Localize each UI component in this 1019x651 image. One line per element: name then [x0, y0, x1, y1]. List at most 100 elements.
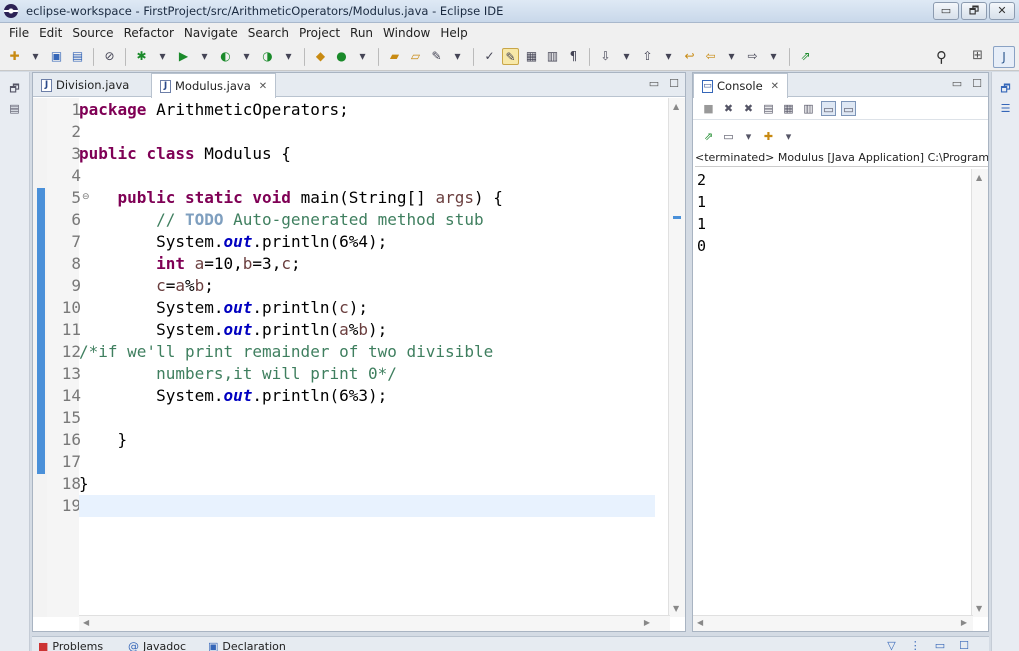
restore-button[interactable]: 🗗: [961, 2, 987, 20]
console-horizontal-scrollbar[interactable]: ◀ ▶: [693, 615, 973, 631]
remove-launch-icon[interactable]: ✖: [721, 101, 736, 116]
coverage-icon[interactable]: ◐: [217, 48, 234, 65]
external-tools-icon[interactable]: ◑: [259, 48, 276, 65]
dropdown-arrow-icon[interactable]: ▾: [238, 48, 255, 65]
maximize-icon[interactable]: ☐: [972, 77, 982, 90]
minimize-icon[interactable]: ▭: [935, 639, 945, 651]
pin-editor-icon[interactable]: ⇗: [797, 48, 814, 65]
tab-problems[interactable]: ■ Problems: [38, 640, 103, 651]
java-perspective-icon[interactable]: J: [993, 46, 1015, 68]
close-button[interactable]: ✕: [989, 2, 1015, 20]
menu-edit[interactable]: Edit: [34, 26, 67, 40]
toggle-block-selection-icon[interactable]: ▦: [523, 48, 540, 65]
menu-search[interactable]: Search: [243, 26, 294, 40]
next-annotation-icon[interactable]: ⇩: [597, 48, 614, 65]
search-icon[interactable]: ⚲: [936, 48, 947, 66]
menu-project[interactable]: Project: [294, 26, 345, 40]
maximize-icon[interactable]: ☐: [959, 639, 969, 651]
console-vertical-scrollbar[interactable]: ▲ ▼: [971, 169, 988, 617]
scroll-up-icon[interactable]: ▲: [976, 173, 982, 182]
terminate-icon[interactable]: ■: [701, 101, 716, 116]
menu-file[interactable]: File: [4, 26, 34, 40]
minimize-icon[interactable]: ▭: [952, 77, 962, 90]
scroll-down-icon[interactable]: ▼: [673, 604, 679, 613]
menu-navigate[interactable]: Navigate: [179, 26, 243, 40]
overview-marker[interactable]: [673, 216, 681, 219]
dropdown-arrow-icon[interactable]: ▾: [449, 48, 466, 65]
package-explorer-icon[interactable]: ▤: [6, 102, 24, 116]
restore-view-icon[interactable]: 🗗: [6, 80, 24, 95]
show-console-on-stderr-icon[interactable]: ▭: [841, 101, 856, 116]
dropdown-arrow-icon[interactable]: ▾: [781, 129, 796, 144]
restore-view-icon[interactable]: 🗗: [997, 80, 1015, 95]
back-icon[interactable]: ⇦: [702, 48, 719, 65]
filter-icon[interactable]: ▽: [887, 639, 895, 651]
scroll-up-icon[interactable]: ▲: [673, 102, 679, 111]
editor-vertical-scrollbar[interactable]: ▲ ▼: [668, 98, 685, 617]
save-icon[interactable]: ▣: [48, 48, 65, 65]
dropdown-arrow-icon[interactable]: ▾: [660, 48, 677, 65]
minimize-icon[interactable]: ▭: [649, 77, 659, 90]
remove-all-launches-icon[interactable]: ✖: [741, 101, 756, 116]
console-output[interactable]: 2 1 1 0: [697, 169, 706, 257]
tab-division-java[interactable]: J Division.java: [33, 73, 137, 97]
tab-declaration[interactable]: ▣ Declaration: [208, 640, 286, 651]
new-java-package-icon[interactable]: ◆: [312, 48, 329, 65]
new-java-class-icon[interactable]: ●: [333, 48, 350, 65]
skip-breakpoints-icon[interactable]: ⊘: [101, 48, 118, 65]
last-edit-location-icon[interactable]: ↩: [681, 48, 698, 65]
outline-icon[interactable]: ☰: [997, 102, 1015, 116]
show-console-on-stdout-icon[interactable]: ▭: [821, 101, 836, 116]
dropdown-arrow-icon[interactable]: ▾: [196, 48, 213, 65]
display-selected-console-icon[interactable]: ▭: [721, 129, 736, 144]
previous-annotation-icon[interactable]: ⇧: [639, 48, 656, 65]
scroll-right-icon[interactable]: ▶: [961, 618, 967, 627]
new-icon[interactable]: ✚: [6, 48, 23, 65]
dropdown-arrow-icon[interactable]: ▾: [618, 48, 635, 65]
dropdown-arrow-icon[interactable]: ▾: [27, 48, 44, 65]
tab-console[interactable]: ▭ Console ✕: [693, 73, 789, 98]
search-tool-icon[interactable]: ✎: [428, 48, 445, 65]
menu-window[interactable]: Window: [378, 26, 435, 40]
menu-refactor[interactable]: Refactor: [119, 26, 179, 40]
toolbar-separator: [789, 47, 790, 66]
scroll-right-icon[interactable]: ▶: [644, 618, 650, 627]
open-task-icon[interactable]: ▱: [407, 48, 424, 65]
close-icon[interactable]: ✕: [259, 81, 267, 92]
scroll-left-icon[interactable]: ◀: [697, 618, 703, 627]
dropdown-arrow-icon[interactable]: ▾: [741, 129, 756, 144]
close-icon[interactable]: ✕: [771, 81, 779, 92]
editor-horizontal-scrollbar[interactable]: ◀ ▶: [79, 615, 670, 631]
toggle-mark-occurrences-icon[interactable]: ✓: [481, 48, 498, 65]
dropdown-arrow-icon[interactable]: ▾: [723, 48, 740, 65]
minimize-button[interactable]: ▭: [933, 2, 959, 20]
code-area[interactable]: package ArithmeticOperators; public clas…: [79, 98, 655, 617]
menu-help[interactable]: Help: [435, 26, 472, 40]
tab-javadoc[interactable]: @ Javadoc: [128, 640, 186, 651]
dropdown-arrow-icon[interactable]: ▾: [765, 48, 782, 65]
scroll-down-icon[interactable]: ▼: [976, 604, 982, 613]
toggle-word-wrap-icon[interactable]: ✎: [502, 48, 519, 65]
scroll-lock-icon[interactable]: ▦: [781, 101, 796, 116]
forward-icon[interactable]: ⇨: [744, 48, 761, 65]
dropdown-arrow-icon[interactable]: ▾: [280, 48, 297, 65]
pin-console-icon[interactable]: ⇗: [701, 129, 716, 144]
clear-console-icon[interactable]: ▤: [761, 101, 776, 116]
pilcrow-icon[interactable]: ¶: [565, 48, 582, 65]
run-icon[interactable]: ▶: [175, 48, 192, 65]
show-whitespace-icon[interactable]: ▥: [544, 48, 561, 65]
scroll-left-icon[interactable]: ◀: [83, 618, 89, 627]
open-type-icon[interactable]: ▰: [386, 48, 403, 65]
maximize-icon[interactable]: ☐: [669, 77, 679, 90]
view-menu-icon[interactable]: ⋮: [910, 639, 921, 651]
tab-modulus-java[interactable]: J Modulus.java ✕: [151, 73, 277, 98]
dropdown-arrow-icon[interactable]: ▾: [154, 48, 171, 65]
word-wrap-icon[interactable]: ▥: [801, 101, 816, 116]
menu-source[interactable]: Source: [67, 26, 118, 40]
open-perspective-icon[interactable]: ⊞: [972, 48, 983, 63]
dropdown-arrow-icon[interactable]: ▾: [354, 48, 371, 65]
debug-icon[interactable]: ✱: [133, 48, 150, 65]
menu-run[interactable]: Run: [345, 26, 378, 40]
open-console-icon[interactable]: ✚: [761, 129, 776, 144]
save-all-icon[interactable]: ▤: [69, 48, 86, 65]
